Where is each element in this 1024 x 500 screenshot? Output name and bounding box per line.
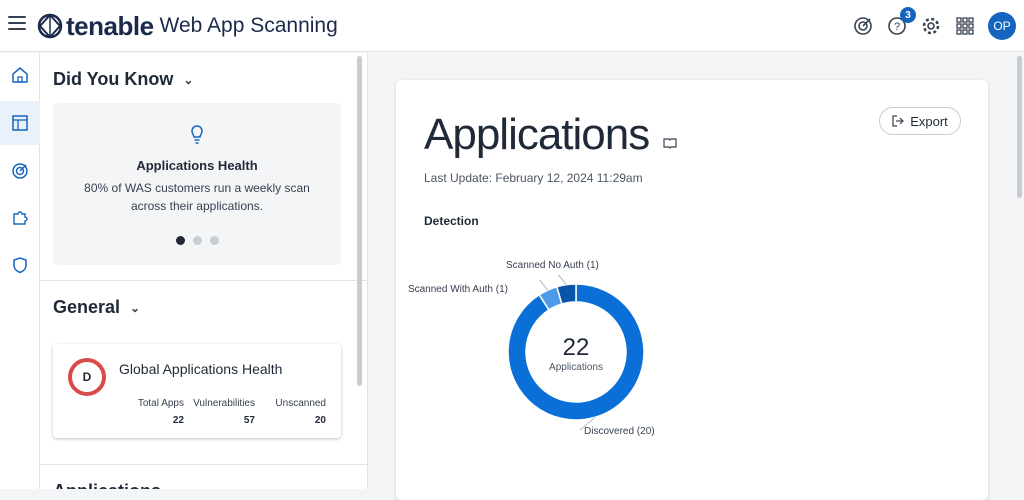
scan-target-icon[interactable] bbox=[852, 15, 874, 37]
applications-section-title[interactable]: Applications bbox=[53, 481, 161, 489]
divider bbox=[40, 280, 367, 281]
dashboard-icon[interactable] bbox=[0, 101, 40, 145]
menu-icon[interactable] bbox=[8, 16, 26, 30]
carousel-dot[interactable] bbox=[175, 236, 185, 245]
scrollbar[interactable] bbox=[357, 56, 362, 386]
chevron-down-icon[interactable]: ⌄ bbox=[183, 73, 193, 87]
lightbulb-icon bbox=[191, 125, 203, 144]
product-name: Web App Scanning bbox=[159, 14, 338, 37]
stat-total-apps: Total Apps 22 bbox=[137, 398, 184, 426]
detection-donut-chart: Discovered (20) Scanned With Auth (1) Scan… bbox=[408, 260, 655, 437]
applications-card: Applications Last Update: February 12, 2… bbox=[396, 80, 988, 500]
left-nav bbox=[0, 53, 40, 489]
slice-label: Scanned With Auth (1) bbox=[408, 284, 508, 295]
tip-title: Applications Health bbox=[136, 158, 258, 173]
tip-card: Applications Health 80% of WAS customers… bbox=[53, 103, 341, 265]
donut-center-value: 22 bbox=[563, 334, 590, 361]
tenable-logo-icon bbox=[37, 13, 63, 39]
slice-label: Scanned No Auth (1) bbox=[506, 260, 599, 271]
insights-panel: Did You Know ⌄ Applications Health 80% o… bbox=[40, 53, 368, 489]
global-health-card[interactable]: D Global Applications Health Total Apps 2… bbox=[53, 344, 341, 438]
svg-text:?: ? bbox=[894, 21, 900, 33]
did-you-know-title: Did You Know bbox=[53, 69, 174, 89]
carousel-dot[interactable] bbox=[209, 236, 219, 245]
notification-badge: 3 bbox=[900, 7, 916, 23]
slice-label: Discovered (20) bbox=[584, 426, 655, 437]
grade-badge: D bbox=[68, 358, 106, 396]
brand-name: tenable bbox=[66, 10, 154, 41]
gear-icon[interactable] bbox=[920, 15, 942, 37]
carousel-dots bbox=[53, 236, 341, 245]
divider bbox=[40, 464, 367, 465]
tenable-logo[interactable]: tenable Web App Scanning bbox=[36, 10, 338, 42]
shield-icon[interactable] bbox=[0, 243, 40, 287]
global-health-title: Global Applications Health bbox=[119, 361, 283, 377]
stat-vulnerabilities: Vulnerabilities 57 bbox=[193, 398, 255, 426]
did-you-know-header[interactable]: Did You Know ⌄ bbox=[53, 69, 193, 90]
scans-icon[interactable] bbox=[0, 149, 40, 193]
chevron-down-icon[interactable]: ⌄ bbox=[130, 301, 140, 315]
stat-unscanned: Unscanned 20 bbox=[275, 398, 326, 426]
app-grid-icon[interactable] bbox=[954, 15, 976, 37]
carousel-dot[interactable] bbox=[192, 236, 202, 245]
tip-text: 80% of WAS customers run a weekly scan a… bbox=[84, 181, 310, 213]
top-bar: tenable Web App Scanning ? 3 OP bbox=[0, 0, 1024, 52]
leader-line bbox=[539, 279, 549, 291]
help-icon[interactable]: ? 3 bbox=[886, 7, 916, 37]
leader-line bbox=[558, 274, 567, 285]
avatar[interactable]: OP bbox=[988, 12, 1016, 40]
donut-center-label: Applications bbox=[549, 362, 603, 373]
home-icon[interactable] bbox=[0, 53, 40, 97]
puzzle-icon[interactable] bbox=[0, 195, 40, 239]
general-header[interactable]: General ⌄ bbox=[53, 297, 140, 318]
general-title: General bbox=[53, 297, 121, 317]
scrollbar[interactable] bbox=[1017, 56, 1022, 198]
